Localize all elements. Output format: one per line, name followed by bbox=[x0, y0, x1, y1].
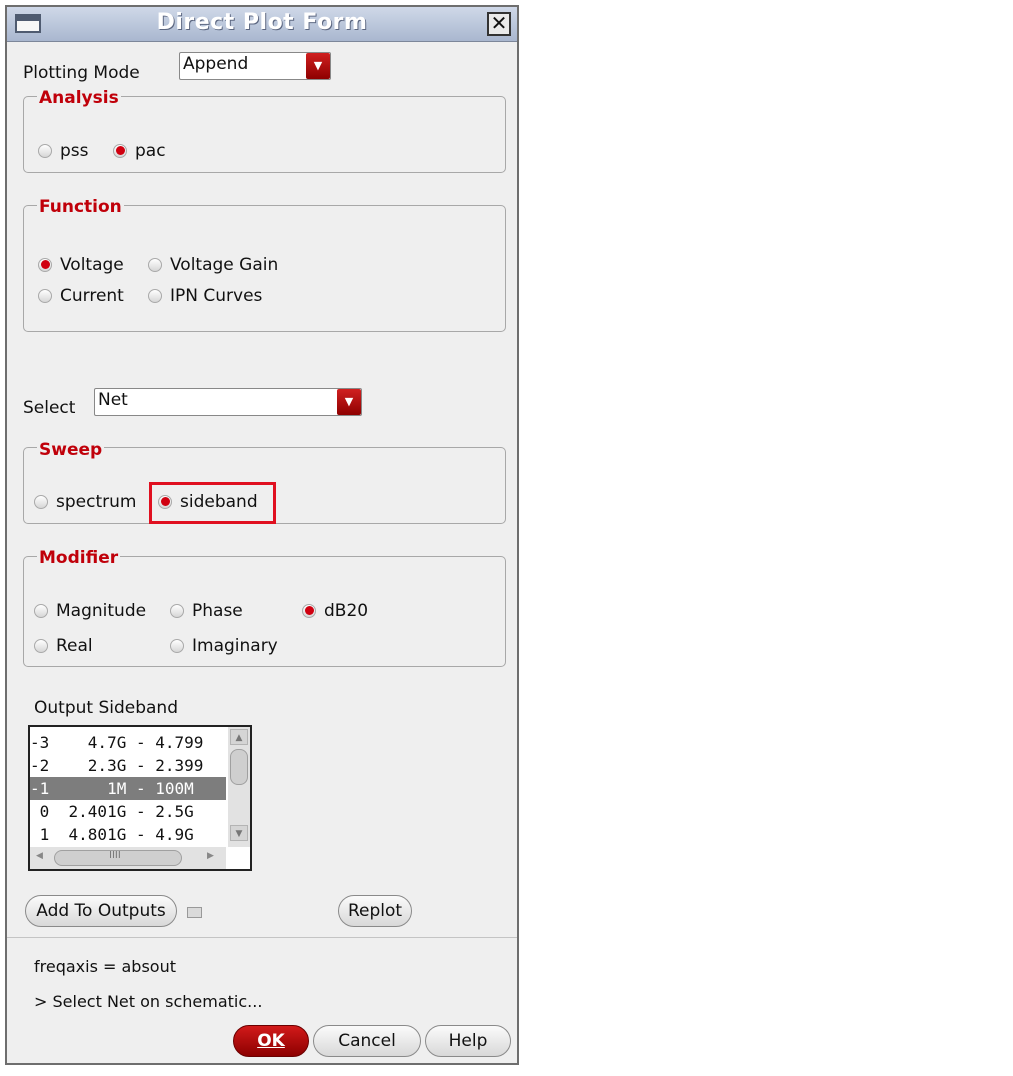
radio-button-icon bbox=[34, 495, 48, 509]
scroll-grip: IIII bbox=[109, 850, 121, 861]
freqaxis-status: freqaxis = absout bbox=[34, 957, 176, 976]
prompt-status: > Select Net on schematic... bbox=[34, 992, 263, 1011]
add-to-outputs-button[interactable]: Add To Outputs bbox=[25, 895, 177, 927]
ok-label: OK bbox=[257, 1031, 285, 1051]
plotting-mode-value: Append bbox=[183, 54, 249, 74]
modifier-title: Modifier bbox=[37, 548, 121, 568]
radio-label: dB20 bbox=[324, 601, 369, 621]
radio-spectrum[interactable]: spectrum bbox=[34, 492, 136, 512]
radio-imaginary[interactable]: Imaginary bbox=[170, 636, 278, 656]
scroll-down-icon[interactable]: ▼ bbox=[230, 825, 248, 841]
radio-pss[interactable]: pss bbox=[38, 141, 89, 161]
function-title: Function bbox=[37, 197, 124, 217]
cancel-label: Cancel bbox=[338, 1031, 396, 1051]
radio-current[interactable]: Current bbox=[38, 286, 124, 306]
radio-button-icon bbox=[38, 144, 52, 158]
help-button[interactable]: Help bbox=[425, 1025, 511, 1057]
radio-label: Phase bbox=[192, 601, 243, 621]
radio-real[interactable]: Real bbox=[34, 636, 93, 656]
output-sideband-listbox[interactable]: -3 4.7G - 4.799 -2 2.3G - 2.399 -1 1M - … bbox=[28, 725, 252, 871]
radio-pac[interactable]: pac bbox=[113, 141, 166, 161]
radio-label: Voltage bbox=[60, 255, 124, 275]
title-bar[interactable]: Direct Plot Form ✕ bbox=[7, 7, 517, 42]
radio-label: Magnitude bbox=[56, 601, 147, 621]
radio-button-icon bbox=[38, 289, 52, 303]
scroll-thumb[interactable]: IIII bbox=[54, 850, 182, 866]
radio-label: spectrum bbox=[56, 492, 137, 512]
radio-button-icon bbox=[170, 639, 184, 653]
radio-label: IPN Curves bbox=[170, 286, 263, 306]
radio-ipn-curves[interactable]: IPN Curves bbox=[148, 286, 262, 306]
vertical-scrollbar[interactable]: ▲ ▼ bbox=[228, 727, 250, 847]
list-item[interactable]: -3 4.7G - 4.799 bbox=[30, 731, 226, 754]
close-icon[interactable]: ✕ bbox=[487, 12, 511, 36]
radio-button-icon bbox=[34, 639, 48, 653]
radio-phase[interactable]: Phase bbox=[170, 601, 243, 621]
radio-button-icon bbox=[34, 604, 48, 618]
select-dropdown[interactable]: Net ▼ bbox=[94, 388, 362, 416]
add-outputs-indicator[interactable] bbox=[187, 907, 202, 918]
radio-button-icon bbox=[113, 144, 127, 158]
select-value: Net bbox=[98, 390, 128, 410]
sweep-title: Sweep bbox=[37, 440, 105, 460]
replot-button[interactable]: Replot bbox=[338, 895, 412, 927]
radio-label: Real bbox=[56, 636, 93, 656]
chevron-down-icon: ▼ bbox=[306, 53, 330, 79]
radio-button-icon bbox=[38, 258, 52, 272]
radio-label: pss bbox=[60, 141, 89, 161]
radio-button-icon bbox=[148, 258, 162, 272]
radio-button-icon bbox=[302, 604, 316, 618]
radio-label: Voltage Gain bbox=[170, 255, 279, 275]
help-label: Help bbox=[448, 1031, 488, 1051]
scroll-thumb[interactable] bbox=[230, 749, 248, 785]
cancel-button[interactable]: Cancel bbox=[313, 1025, 421, 1057]
select-label: Select bbox=[23, 398, 76, 418]
output-sideband-label: Output Sideband bbox=[34, 698, 178, 718]
ok-button[interactable]: OK bbox=[233, 1025, 309, 1057]
radio-magnitude[interactable]: Magnitude bbox=[34, 601, 146, 621]
scroll-right-icon[interactable]: ▶ bbox=[207, 851, 214, 861]
scroll-up-icon[interactable]: ▲ bbox=[230, 729, 248, 745]
list-item-selected[interactable]: -1 1M - 100M bbox=[30, 777, 226, 800]
direct-plot-form-window: Direct Plot Form ✕ Plotting Mode Append … bbox=[5, 5, 519, 1065]
radio-button-icon bbox=[170, 604, 184, 618]
radio-label: Current bbox=[60, 286, 124, 306]
radio-button-icon bbox=[148, 289, 162, 303]
horizontal-scrollbar[interactable]: ◀ IIII ▶ bbox=[30, 847, 226, 869]
radio-voltage-gain[interactable]: Voltage Gain bbox=[148, 255, 278, 275]
chevron-down-icon: ▼ bbox=[337, 389, 361, 415]
scroll-left-icon[interactable]: ◀ bbox=[36, 851, 43, 861]
plotting-mode-label: Plotting Mode bbox=[23, 63, 140, 83]
plotting-mode-dropdown[interactable]: Append ▼ bbox=[179, 52, 331, 80]
radio-db20[interactable]: dB20 bbox=[302, 601, 368, 621]
window-title: Direct Plot Form bbox=[156, 10, 368, 35]
sideband-highlight-box bbox=[149, 482, 276, 524]
list-item[interactable]: -2 2.3G - 2.399 bbox=[30, 754, 226, 777]
radio-voltage[interactable]: Voltage bbox=[38, 255, 124, 275]
radio-label: Imaginary bbox=[192, 636, 278, 656]
divider bbox=[7, 937, 517, 938]
list-item[interactable]: 0 2.401G - 2.5G bbox=[30, 800, 226, 823]
analysis-title: Analysis bbox=[37, 88, 121, 108]
list-item[interactable]: 1 4.801G - 4.9G bbox=[30, 823, 226, 846]
radio-label: pac bbox=[135, 141, 166, 161]
